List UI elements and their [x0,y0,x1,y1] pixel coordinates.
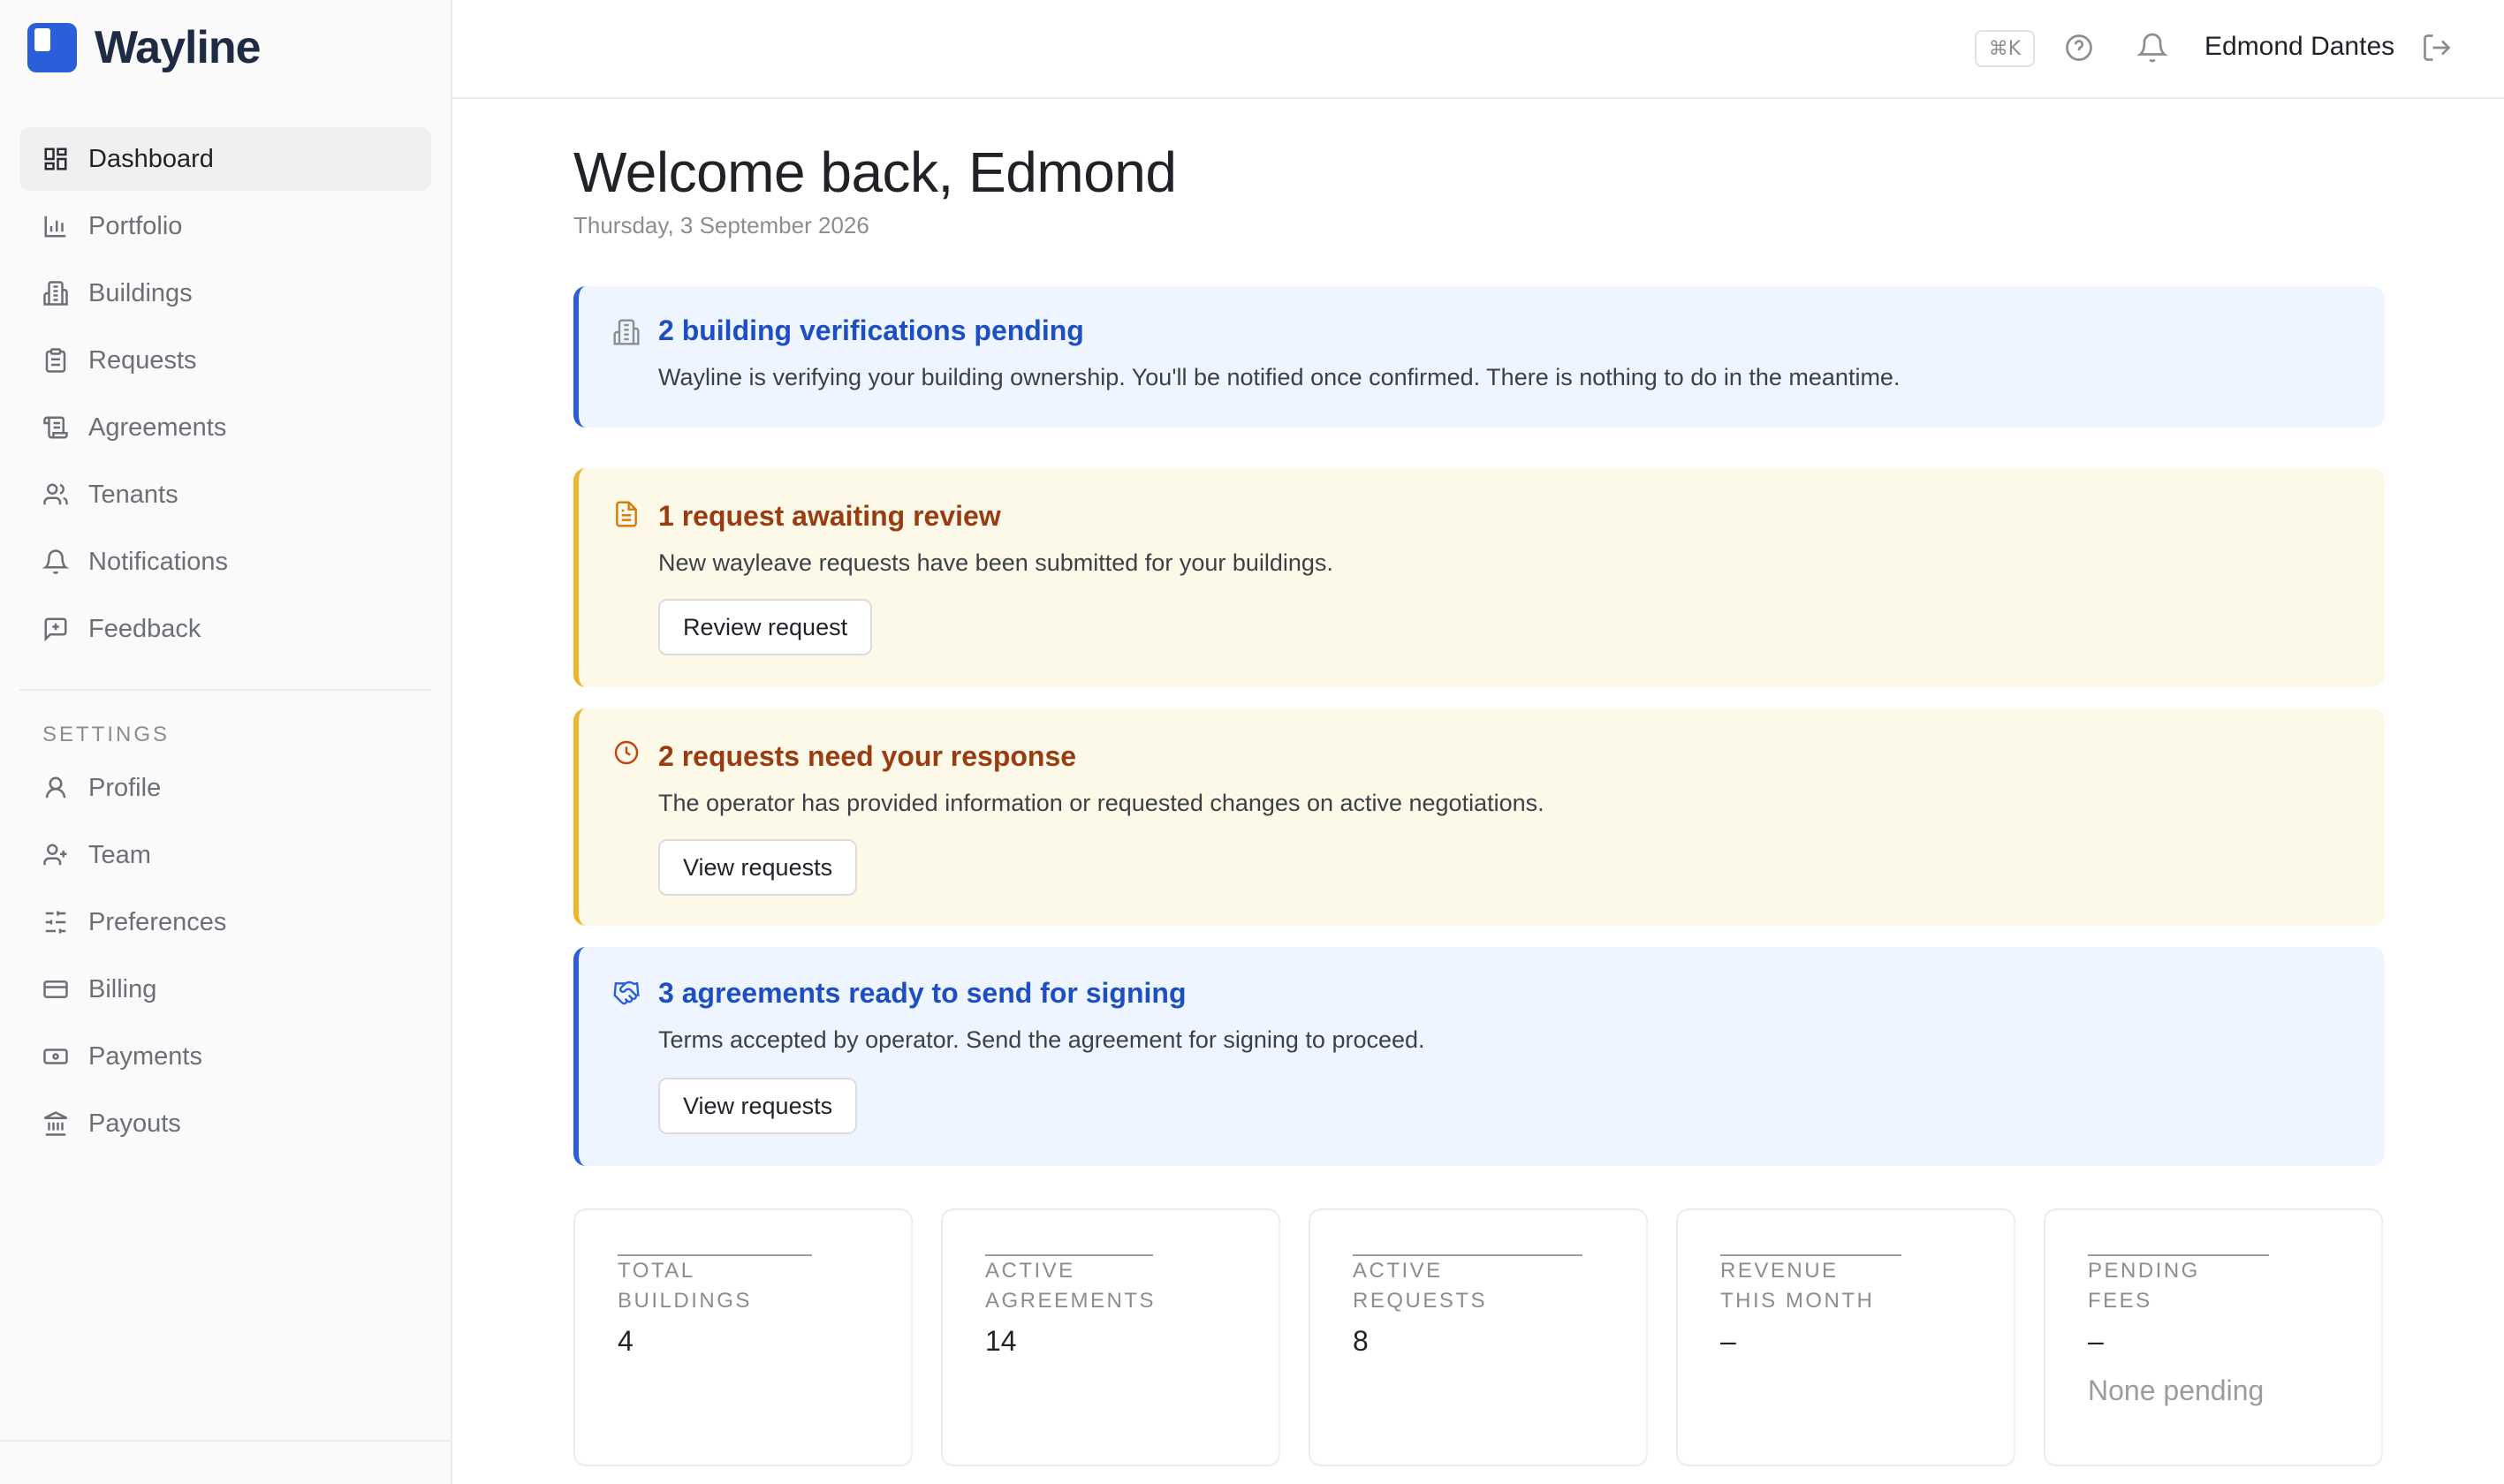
sidebar-item-tenants[interactable]: Tenants [19,463,431,526]
bar-chart-icon [42,213,69,239]
sidebar-footer-divider [0,1440,452,1442]
stat-label: PENDING FEES [2088,1254,2269,1316]
sidebar-item-label: Billing [88,974,157,1003]
sidebar-item-billing[interactable]: Billing [19,958,431,1021]
alert-building-verifications: 2 building verifications pending Wayline… [573,286,2385,428]
stat-label: TOTAL BUILDINGS [618,1254,812,1316]
dashboard-icon [42,146,69,172]
main-nav: Dashboard Portfolio Buildings Requests A… [19,127,431,664]
stat-value: 4 [618,1325,634,1357]
scroll-icon [42,414,69,441]
nav-divider [19,689,431,691]
sidebar-item-label: Payouts [88,1109,181,1138]
clock-icon [612,738,641,767]
help-icon[interactable] [2063,32,2095,64]
alert-title: 2 requests need your response [658,740,1077,772]
building-icon [612,318,641,346]
stat-label: ACTIVE REQUESTS [1353,1254,1582,1316]
handshake-icon [612,979,641,1007]
stat-total-buildings: TOTAL BUILDINGS 4 [573,1208,913,1466]
sidebar: Wayline Dashboard Portfolio Buildings Re… [0,0,452,1484]
users-icon [42,481,69,508]
stat-value: 14 [985,1325,1017,1357]
sidebar-item-payments[interactable]: Payments [19,1025,431,1088]
sidebar-item-label: Notifications [88,547,228,576]
stat-active-agreements: ACTIVE AGREEMENTS 14 [941,1208,1280,1466]
alert-text: Wayline is verifying your building owner… [658,364,1901,390]
banknote-icon [42,1043,69,1070]
sidebar-item-label: Team [88,840,151,869]
sidebar-item-notifications[interactable]: Notifications [19,530,431,594]
stat-value: 8 [1353,1325,1369,1357]
clipboard-icon [42,347,69,374]
sidebar-item-label: Feedback [88,614,201,643]
sidebar-item-payouts[interactable]: Payouts [19,1092,431,1155]
sidebar-item-label: Profile [88,773,162,802]
sidebar-item-requests[interactable]: Requests [19,329,431,392]
stat-revenue-this-month: REVENUE THIS MONTH – [1676,1208,2015,1466]
stat-subtext: None pending [2088,1374,2265,1406]
stat-label: ACTIVE AGREEMENTS [985,1254,1154,1316]
logout-icon[interactable] [2421,32,2453,64]
sidebar-item-label: Tenants [88,480,178,509]
brand-logo[interactable]: Wayline [27,21,262,74]
stat-value: – [1720,1325,1736,1357]
sidebar-item-label: Preferences [88,907,227,936]
alert-text: The operator has provided information or… [658,790,1544,816]
view-requests-button[interactable]: View requests [658,839,858,896]
building-icon [42,280,69,307]
settings-nav: Profile Team Preferences Billing Payment… [19,756,431,1159]
stat-value: – [2088,1325,2104,1357]
command-palette-shortcut[interactable]: ⌘K [1975,30,2035,67]
alert-request-awaiting-review: 1 request awaiting review New wayleave r… [573,468,2385,687]
credit-card-icon [42,976,69,1003]
sidebar-item-team[interactable]: Team [19,823,431,887]
sidebar-item-buildings[interactable]: Buildings [19,261,431,325]
sidebar-item-label: Portfolio [88,211,183,240]
top-header: ⌘K Edmond Dantes [452,0,2504,99]
current-date: Thursday, 3 September 2026 [573,212,869,238]
sidebar-item-dashboard[interactable]: Dashboard [19,127,431,191]
alert-title: 3 agreements ready to send for signing [658,977,1187,1009]
view-requests-button[interactable]: View requests [658,1078,858,1134]
stats-row: TOTAL BUILDINGS 4 ACTIVE AGREEMENTS 14 A… [573,1208,2385,1466]
user-name[interactable]: Edmond Dantes [2204,32,2394,62]
stat-label: REVENUE THIS MONTH [1720,1254,1901,1316]
brand-name: Wayline [95,22,262,73]
alert-text: Terms accepted by operator. Send the agr… [658,1026,1425,1053]
notification-bell-icon[interactable] [2136,32,2168,64]
page-title: Welcome back, Edmond [573,140,1177,204]
user-plus-icon [42,842,69,868]
sidebar-item-portfolio[interactable]: Portfolio [19,194,431,258]
alert-text: New wayleave requests have been submitte… [658,549,1333,576]
alert-agreements-ready: 3 agreements ready to send for signing T… [573,947,2385,1166]
stat-pending-fees: PENDING FEES – None pending [2044,1208,2383,1466]
sidebar-item-label: Payments [88,1041,202,1071]
document-icon [612,500,641,528]
sliders-icon [42,909,69,935]
alert-requests-need-response: 2 requests need your response The operat… [573,708,2385,926]
message-plus-icon [42,616,69,642]
sidebar-item-preferences[interactable]: Preferences [19,890,431,954]
sidebar-item-label: Requests [88,345,197,375]
sidebar-item-profile[interactable]: Profile [19,756,431,820]
stat-active-requests: ACTIVE REQUESTS 8 [1309,1208,1648,1466]
review-request-button[interactable]: Review request [658,599,873,655]
sidebar-item-agreements[interactable]: Agreements [19,396,431,459]
sidebar-item-label: Agreements [88,413,227,442]
alert-title: 2 building verifications pending [658,314,1084,346]
sidebar-item-label: Dashboard [88,144,214,173]
wayline-logo-icon [27,23,77,72]
bell-icon [42,549,69,575]
sidebar-item-feedback[interactable]: Feedback [19,597,431,661]
alert-title: 1 request awaiting review [658,500,1001,532]
user-icon [42,775,69,801]
sidebar-item-label: Buildings [88,278,193,307]
bank-icon [42,1110,69,1137]
settings-section-title: SETTINGS [42,723,171,746]
